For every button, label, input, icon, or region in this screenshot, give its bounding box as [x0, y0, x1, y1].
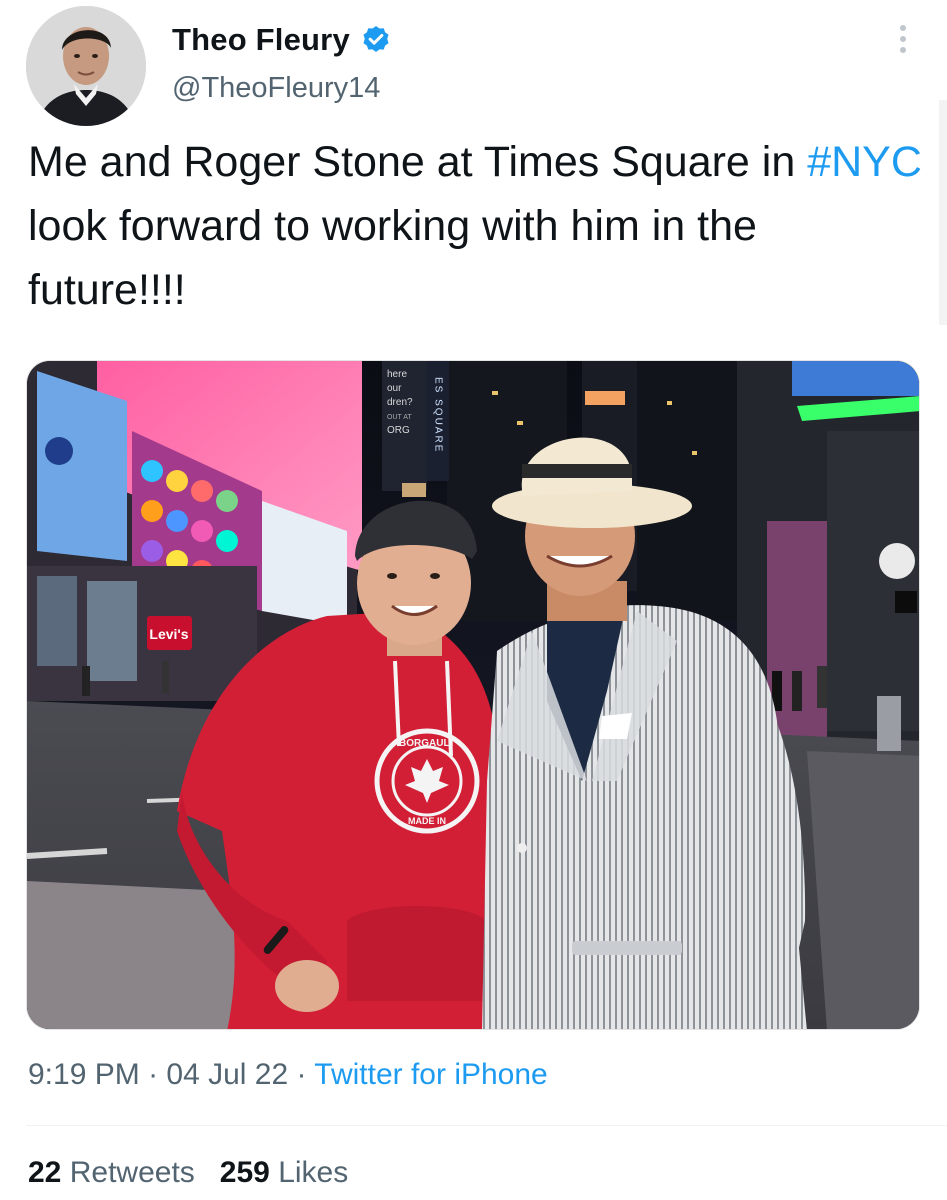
verified-badge-icon — [363, 26, 389, 52]
tweet-text: Me and Roger Stone at Times Square in #N… — [28, 130, 923, 322]
vertical-street-sign: ES SQUARE — [433, 377, 444, 453]
tweet-text-part1: Me and Roger Stone at Times Square in — [28, 138, 808, 186]
retweets-stat[interactable]: 22 Retweets — [28, 1156, 195, 1189]
hoodie-logo-subtext: MADE IN — [408, 816, 446, 826]
tweet-date[interactable]: 04 Jul 22 — [166, 1058, 288, 1091]
tweet-time[interactable]: 9:19 PM — [28, 1058, 140, 1091]
ad-line-2: our — [387, 383, 402, 394]
levis-sign-text: Levi's — [149, 626, 188, 642]
author-handle[interactable]: @TheoFleury14 — [172, 72, 380, 105]
times-square-photo: Levi's here our dren? OUT AT ORG ES SQUA… — [27, 361, 919, 1029]
likes-label: Likes — [278, 1156, 349, 1189]
retweets-count: 22 — [28, 1156, 62, 1189]
ad-line-1: here — [387, 369, 407, 380]
ad-line-3: dren? — [387, 397, 413, 408]
hashtag-link[interactable]: #NYC — [807, 138, 922, 186]
tweet-source-link[interactable]: Twitter for iPhone — [314, 1058, 547, 1091]
tweet-photo[interactable]: Levi's here our dren? OUT AT ORG ES SQUA… — [26, 360, 920, 1030]
avatar-photo — [26, 6, 146, 126]
author-name-row[interactable]: Theo Fleury — [172, 20, 392, 60]
tweet-meta: 9:19 PM · 04 Jul 22 · Twitter for iPhone — [28, 1058, 548, 1092]
tweet-stats: 22 Retweets 259 Likes — [28, 1156, 348, 1190]
author-name[interactable]: Theo Fleury — [172, 22, 350, 58]
ad-line-5: ORG — [387, 425, 410, 436]
likes-stat[interactable]: 259 Likes — [220, 1156, 348, 1189]
more-options-icon[interactable] — [893, 22, 913, 56]
meta-separator: · — [139, 1058, 167, 1091]
ad-line-4: OUT AT — [387, 414, 412, 421]
tweet-text-part2: look forward to working with him in the … — [28, 202, 757, 314]
hoodie-logo-text: BORGAULT — [399, 738, 455, 749]
stats-divider — [26, 1125, 947, 1126]
meta-separator-2: · — [288, 1058, 315, 1091]
likes-count: 259 — [219, 1156, 270, 1189]
retweets-label: Retweets — [69, 1156, 195, 1189]
scroll-edge — [939, 100, 947, 325]
author-avatar[interactable] — [26, 6, 146, 126]
